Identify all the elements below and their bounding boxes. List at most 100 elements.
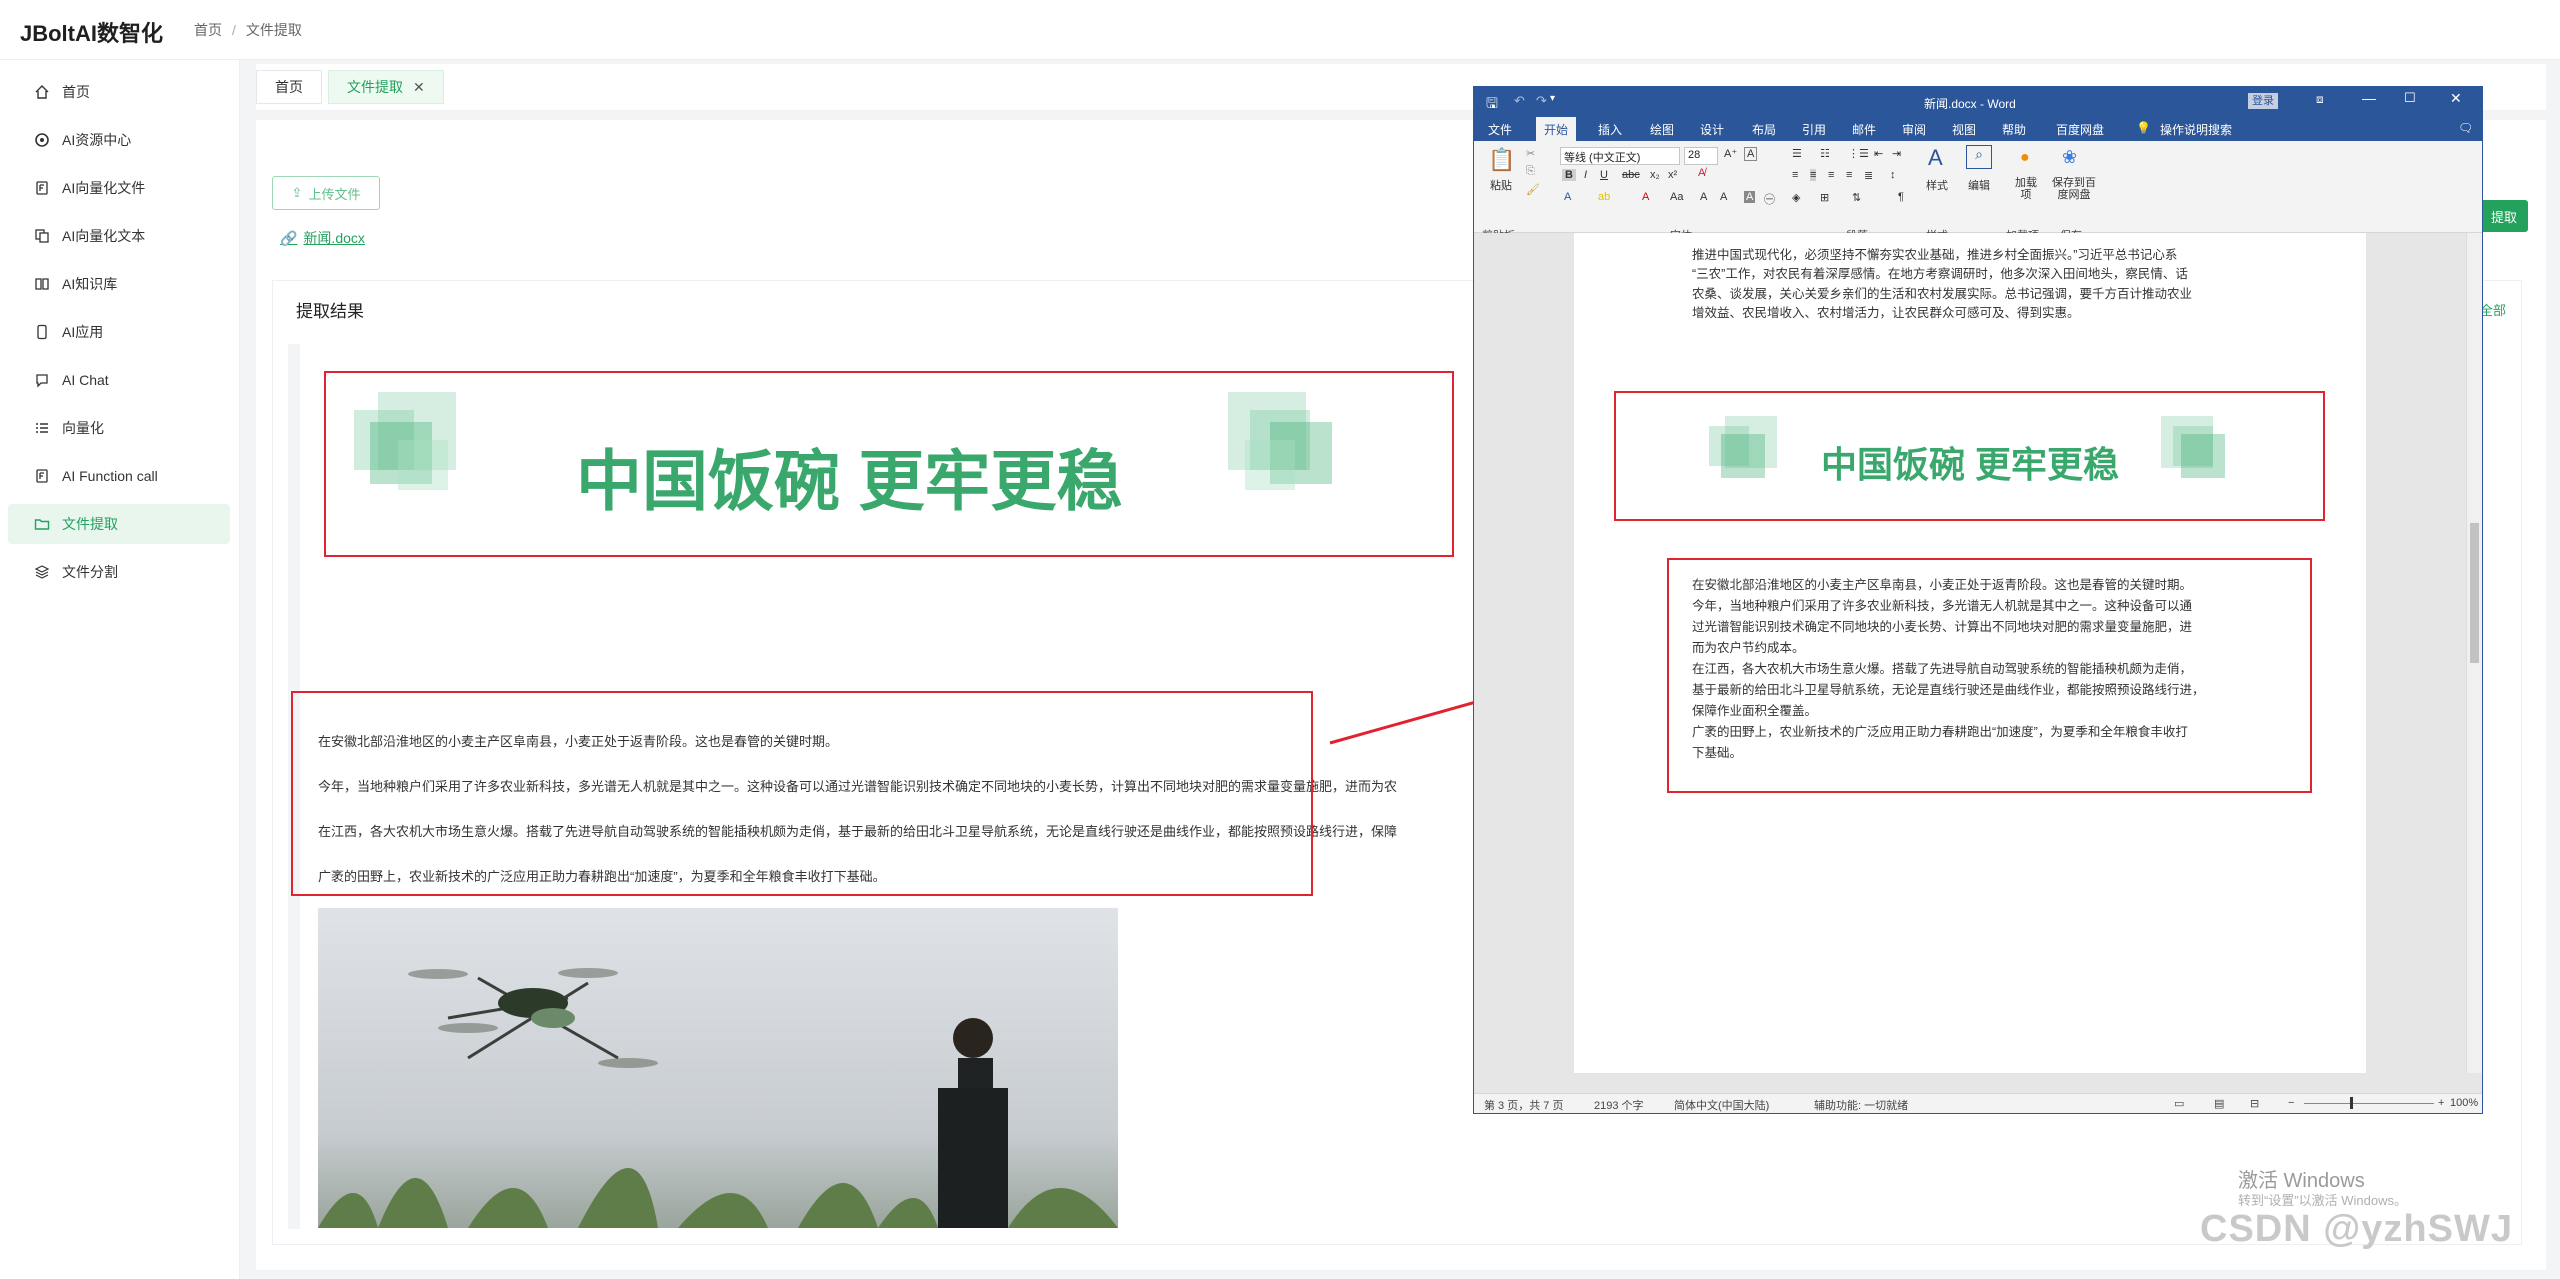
web-layout-icon[interactable]: ⊟: [2250, 1097, 2259, 1110]
change-case-icon[interactable]: Aa: [1670, 191, 1683, 203]
upload-file-button[interactable]: ⇪ 上传文件: [272, 176, 380, 210]
sidebar-item[interactable]: AI Function call: [8, 456, 230, 496]
cut-icon[interactable]: ✂: [1526, 147, 1535, 160]
ribbon-tab-mailings[interactable]: 邮件: [1852, 121, 1876, 138]
sort-icon[interactable]: ⇅: [1852, 191, 1861, 204]
char-border-icon[interactable]: A: [1744, 147, 1758, 161]
ribbon-tab-view[interactable]: 视图: [1952, 121, 1976, 138]
undo-icon[interactable]: ↶: [1514, 93, 1525, 109]
read-mode-icon[interactable]: ▭: [2174, 1097, 2184, 1110]
shrink-icon[interactable]: A: [1720, 191, 1727, 203]
bullets-icon[interactable]: ☰: [1792, 147, 1802, 160]
underline-icon[interactable]: U: [1600, 169, 1608, 181]
ribbon-tab-review[interactable]: 审阅: [1902, 121, 1926, 138]
sidebar-item[interactable]: AI知识库: [8, 264, 230, 304]
sidebar-item[interactable]: AI向量化文本: [8, 216, 230, 256]
highlight-icon[interactable]: ab: [1598, 191, 1610, 203]
text-effects-icon[interactable]: A: [1564, 191, 1571, 203]
redo-icon[interactable]: ↷: [1536, 93, 1547, 109]
minimize-icon[interactable]: —: [2362, 90, 2376, 106]
sidebar-item[interactable]: 首页: [8, 72, 230, 112]
ribbon-display-icon[interactable]: ⧈: [2316, 92, 2324, 107]
find-icon[interactable]: ⌕: [1966, 145, 1992, 169]
clear-format-icon[interactable]: A̸: [1698, 167, 1705, 179]
comments-icon[interactable]: 🗨: [2458, 121, 2473, 135]
extract-button[interactable]: 提取: [2480, 200, 2528, 232]
copy-icon[interactable]: ⎘: [1526, 165, 1535, 178]
close-window-icon[interactable]: ✕: [2450, 90, 2462, 107]
show-marks-icon[interactable]: ¶: [1898, 191, 1904, 203]
ribbon-tab-layout[interactable]: 布局: [1752, 121, 1776, 138]
status-lang[interactable]: 简体中文(中国大陆): [1674, 1097, 1769, 1113]
ribbon-tab-draw[interactable]: 绘图: [1650, 121, 1674, 138]
save-to-baidu-label[interactable]: 保存到百度网盘: [2048, 177, 2100, 201]
tab-file-extract[interactable]: 文件提取 ✕: [328, 70, 444, 104]
superscript-icon[interactable]: x²: [1668, 169, 1677, 181]
edit-label[interactable]: 编辑: [1968, 177, 1990, 193]
format-painter-icon[interactable]: 🖌: [1526, 183, 1540, 196]
all-link[interactable]: 全部: [2480, 300, 2506, 319]
ribbon-tab-home[interactable]: 开始: [1536, 117, 1577, 141]
save-icon[interactable]: 🖫: [1486, 93, 1498, 117]
zoom-slider-thumb[interactable]: [2350, 1097, 2353, 1109]
ribbon-tab-baidu[interactable]: 百度网盘: [2056, 121, 2104, 138]
align-center-icon[interactable]: ≡: [1810, 169, 1817, 181]
sidebar-item[interactable]: 文件提取: [8, 504, 230, 544]
file-name[interactable]: 新闻.docx: [303, 230, 364, 246]
distributed-icon[interactable]: ≣: [1864, 169, 1873, 182]
subscript-icon[interactable]: x₂: [1650, 169, 1660, 181]
addin-label[interactable]: 加载项: [2014, 177, 2038, 201]
maximize-icon[interactable]: ☐: [2404, 90, 2416, 106]
ribbon-tab-file[interactable]: 文件: [1488, 121, 1512, 138]
ribbon-tab-design[interactable]: 设计: [1700, 121, 1724, 138]
styles-label[interactable]: 样式: [1926, 177, 1948, 193]
quick-access-dropdown-icon[interactable]: ▾: [1550, 93, 1555, 104]
uploaded-file-link[interactable]: 🔗 新闻.docx: [280, 228, 365, 248]
shading-para-icon[interactable]: ◈: [1792, 191, 1800, 204]
sidebar-item[interactable]: 文件分割: [8, 552, 230, 592]
italic-icon[interactable]: I: [1584, 169, 1587, 181]
tab-home[interactable]: 首页: [256, 70, 322, 104]
word-scrollbar[interactable]: [2466, 233, 2482, 1073]
zoom-out-icon[interactable]: −: [2288, 1097, 2294, 1109]
strikethrough-icon[interactable]: abc: [1622, 169, 1640, 181]
font-name-select[interactable]: 等线 (中文正文): [1560, 147, 1680, 165]
grow-font-icon[interactable]: A⁺: [1724, 147, 1737, 160]
numbering-icon[interactable]: ☷: [1820, 147, 1830, 160]
grow-icon[interactable]: A: [1700, 191, 1707, 203]
addin-icon[interactable]: ●: [2020, 149, 2030, 167]
close-icon[interactable]: ✕: [413, 79, 425, 96]
increase-indent-icon[interactable]: ⇥: [1892, 147, 1901, 160]
line-spacing-icon[interactable]: ↕: [1890, 169, 1896, 181]
enclosed-char-icon[interactable]: ㊀: [1764, 191, 1775, 207]
ribbon-tab-insert[interactable]: 插入: [1598, 121, 1622, 138]
sidebar-item[interactable]: 向量化: [8, 408, 230, 448]
shading-icon[interactable]: A: [1744, 191, 1756, 203]
sidebar-item[interactable]: AI资源中心: [8, 120, 230, 160]
status-page[interactable]: 第 3 页，共 7 页: [1484, 1097, 1563, 1113]
tell-me-search[interactable]: 操作说明搜索: [2160, 121, 2232, 138]
sidebar-item[interactable]: AI Chat: [8, 360, 230, 400]
print-layout-icon[interactable]: ▤: [2214, 1097, 2224, 1110]
borders-icon[interactable]: ⊞: [1820, 191, 1829, 204]
status-words[interactable]: 2193 个字: [1594, 1097, 1644, 1113]
status-accessibility[interactable]: 辅助功能: 一切就绪: [1814, 1097, 1908, 1113]
paste-label[interactable]: 粘贴: [1490, 177, 1512, 193]
ribbon-tab-references[interactable]: 引用: [1802, 121, 1826, 138]
sidebar-item[interactable]: AI应用: [8, 312, 230, 352]
scrollbar-thumb[interactable]: [2470, 523, 2479, 663]
paste-icon[interactable]: 📋: [1488, 147, 1515, 173]
align-left-icon[interactable]: ≡: [1792, 169, 1798, 181]
breadcrumb-home[interactable]: 首页: [194, 22, 222, 38]
baidu-cloud-icon[interactable]: ❀: [2062, 147, 2077, 168]
sidebar-item[interactable]: AI向量化文件: [8, 168, 230, 208]
styles-icon[interactable]: A: [1928, 145, 1943, 171]
decrease-indent-icon[interactable]: ⇤: [1874, 147, 1883, 160]
align-right-icon[interactable]: ≡: [1828, 169, 1834, 181]
login-button[interactable]: 登录: [2248, 93, 2278, 109]
zoom-slider[interactable]: [2304, 1103, 2434, 1104]
multilevel-list-icon[interactable]: ⋮☰: [1848, 147, 1869, 160]
font-color-icon[interactable]: A: [1642, 191, 1649, 203]
ribbon-tab-help[interactable]: 帮助: [2002, 121, 2026, 138]
zoom-level[interactable]: 100%: [2450, 1097, 2478, 1109]
